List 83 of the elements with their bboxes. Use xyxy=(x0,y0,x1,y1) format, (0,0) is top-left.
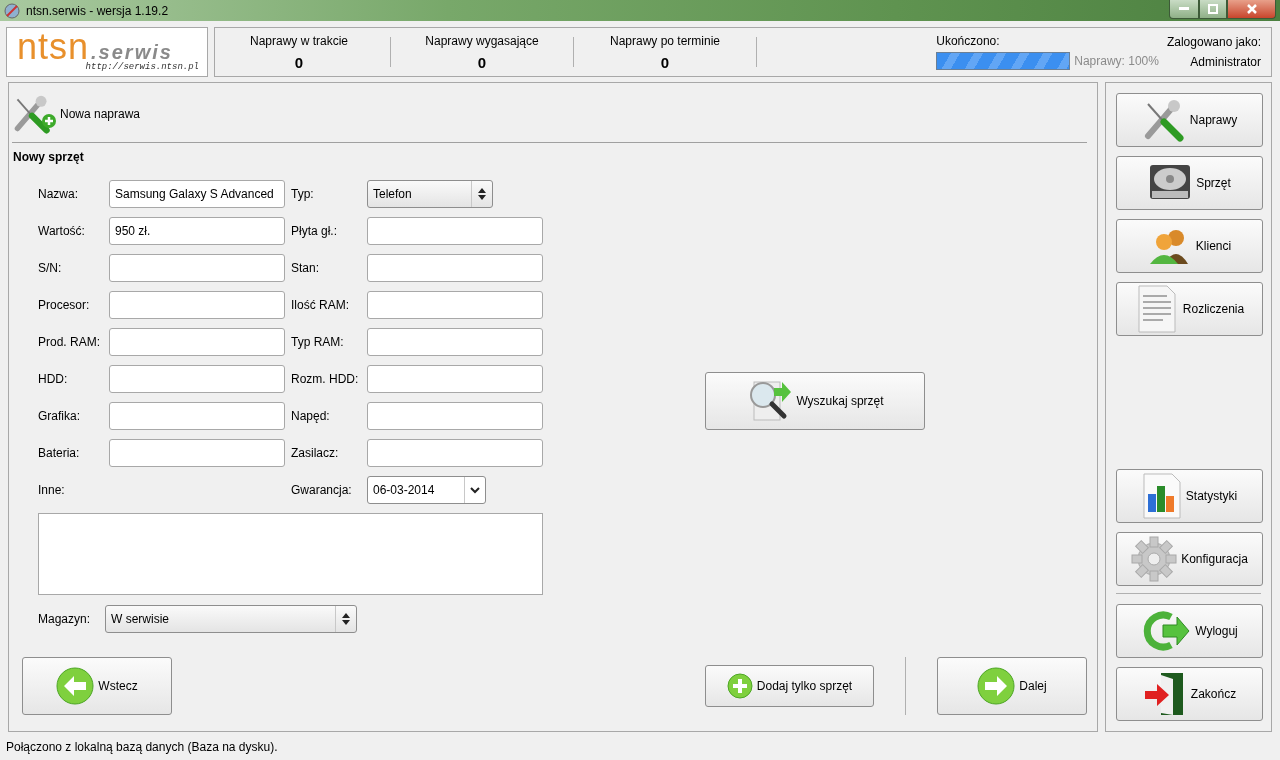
field-label: Nazwa: xyxy=(38,187,79,201)
sidebar-button[interactable]: Sprzęt xyxy=(1116,156,1263,210)
field-label: Wartość: xyxy=(38,224,86,238)
text-field[interactable] xyxy=(367,217,543,245)
stat-label: Naprawy po terminie xyxy=(609,33,720,48)
add-button[interactable]: Dodaj tylko sprzęt xyxy=(705,665,874,707)
minimize-button[interactable] xyxy=(1169,0,1199,19)
text-field[interactable] xyxy=(367,402,543,430)
stat-label: Naprawy w trakcie xyxy=(250,33,348,48)
stat-value: 0 xyxy=(294,53,304,71)
sidebar-button[interactable]: Rozliczenia xyxy=(1116,282,1263,336)
text-field[interactable] xyxy=(367,254,543,282)
user-name: Administrator xyxy=(1190,55,1261,69)
text-field[interactable] xyxy=(109,439,285,467)
field-label: Procesor: xyxy=(38,298,91,312)
sidebar-button[interactable]: Statystyki xyxy=(1116,469,1263,523)
page-title: Nowa naprawa xyxy=(60,106,141,121)
field-label: Magazyn: xyxy=(38,612,91,626)
text-field[interactable]: 950 zł. xyxy=(109,217,285,245)
sidebar-button[interactable]: Zakończ xyxy=(1116,667,1263,721)
field-label: S/N: xyxy=(38,261,63,275)
field-label: Płyta gł.: xyxy=(291,224,339,238)
text-field[interactable] xyxy=(109,291,285,319)
logout-arrow-icon xyxy=(1141,609,1192,653)
field-label: Grafika: xyxy=(38,409,81,423)
close-icon xyxy=(1246,4,1257,14)
field-label: HDD: xyxy=(38,372,69,386)
logo-suffix: .serwis xyxy=(91,41,173,63)
logo-text: ntsn xyxy=(17,32,90,62)
logo-url: http://serwis.ntsn.pl xyxy=(85,62,199,72)
stat-value: 0 xyxy=(477,53,487,71)
field-label: Zasilacz: xyxy=(291,446,340,460)
stat-value: 0 xyxy=(660,53,670,71)
up-down-arrows-icon xyxy=(478,188,486,200)
field-label: Rozm. HDD: xyxy=(291,372,360,386)
restore-icon xyxy=(1208,4,1218,14)
sidebar-button[interactable]: Konfiguracja xyxy=(1116,532,1263,586)
text-field[interactable]: Samsung Galaxy S Advanced xyxy=(109,180,285,208)
app-icon xyxy=(4,2,20,19)
minimize-icon xyxy=(1179,7,1189,11)
maximize-button[interactable] xyxy=(1199,0,1227,19)
text-field[interactable] xyxy=(109,402,285,430)
stat-label: Naprawy wygasające xyxy=(425,33,539,48)
sidebar-button[interactable]: Naprawy xyxy=(1116,93,1263,147)
field-label: Bateria: xyxy=(38,446,81,460)
nav-button[interactable]: Dalej xyxy=(937,657,1087,715)
caret-icon xyxy=(470,486,480,494)
field-label: Typ: xyxy=(291,187,315,201)
search-button[interactable]: Wyszukaj sprzęt xyxy=(705,371,925,430)
bar-chart-icon xyxy=(1141,472,1182,520)
up-down-arrows-icon xyxy=(342,613,351,625)
close-button[interactable] xyxy=(1227,0,1276,19)
text-field[interactable] xyxy=(367,365,543,393)
sidebar-button[interactable]: Wyloguj xyxy=(1116,604,1263,658)
status-text: Połączono z lokalną bazą danych (Baza na dysku). xyxy=(6,740,278,754)
text-field[interactable] xyxy=(109,328,285,356)
section-heading: Nowy sprzęt xyxy=(13,150,85,164)
date-picker[interactable]: 06-03-2014 xyxy=(367,476,486,504)
gear-icon xyxy=(1131,536,1178,582)
field-label: Stan: xyxy=(291,261,321,275)
tools-icon xyxy=(12,93,52,134)
field-label: Gwarancja: xyxy=(291,483,353,497)
plus-icon xyxy=(42,113,56,128)
progress-label: Ukończono: xyxy=(936,34,1001,48)
dropdown[interactable]: W serwisie xyxy=(105,605,358,633)
text-field[interactable] xyxy=(367,328,543,356)
field-label: Prod. RAM: xyxy=(38,335,101,349)
text-field[interactable] xyxy=(367,439,543,467)
nav-button[interactable]: Wstecz xyxy=(22,657,172,715)
field-label: Ilość RAM: xyxy=(291,298,350,312)
field-label: Napęd: xyxy=(291,409,331,423)
field-label: Typ RAM: xyxy=(291,335,345,349)
sidebar-button[interactable]: Klienci xyxy=(1116,219,1263,273)
text-field[interactable] xyxy=(109,365,285,393)
plus-icon xyxy=(726,673,753,699)
dropdown[interactable]: Telefon xyxy=(367,180,493,208)
notes-field[interactable] xyxy=(38,513,543,595)
window-title: ntsn.serwis - wersja 1.19.2 xyxy=(26,3,170,18)
field-label: Inne: xyxy=(38,483,66,497)
user-label: Zalogowano jako: xyxy=(1166,35,1261,49)
text-field[interactable] xyxy=(367,291,543,319)
progress-reading: Naprawy: 100% xyxy=(1074,54,1159,68)
text-field[interactable] xyxy=(109,254,285,282)
